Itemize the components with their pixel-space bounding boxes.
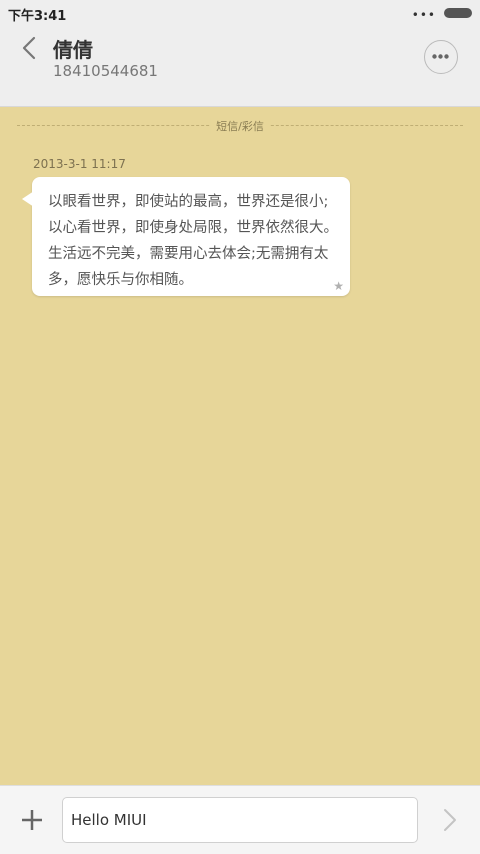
contact-name: 倩倩 <box>53 38 93 62</box>
message-type-label: 短信/彩信 <box>210 118 270 134</box>
conversation-header: 倩倩 18410544681 <box>0 26 480 107</box>
send-arrow-icon <box>444 809 456 831</box>
plus-icon <box>22 810 42 830</box>
back-button[interactable] <box>16 34 44 62</box>
message-text: 以眼看世界，即使站的最高，世界还是很小;以心看世界，即使身处局限，世界依然很大。… <box>48 194 338 288</box>
message-bubble[interactable]: 以眼看世界，即使站的最高，世界还是很小;以心看世界，即使身处局限，世界依然很大。… <box>22 177 350 296</box>
message-input[interactable] <box>62 797 418 843</box>
composer-bar <box>0 785 480 854</box>
bubble-tail <box>22 191 34 207</box>
status-bar: 下午3:41 ••• <box>0 0 480 26</box>
more-options-icon <box>432 54 449 59</box>
message-timestamp: 2013-3-1 11:17 <box>33 157 126 171</box>
contact-number: 18410544681 <box>53 62 158 80</box>
back-arrow-icon <box>22 36 36 60</box>
more-dots-icon: ••• <box>411 8 436 22</box>
more-options-button[interactable] <box>424 40 458 74</box>
send-button[interactable] <box>438 806 462 834</box>
status-time: 下午3:41 <box>8 9 67 24</box>
add-attachment-button[interactable] <box>18 806 46 834</box>
star-icon: ★ <box>333 279 344 293</box>
battery-icon <box>444 8 472 18</box>
